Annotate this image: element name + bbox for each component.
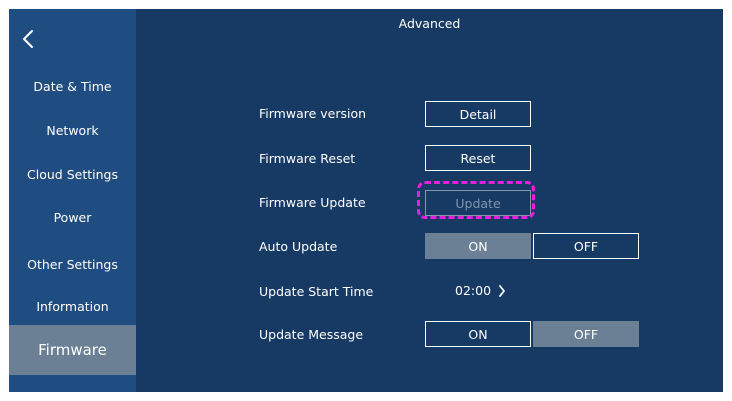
sidebar-item-other-settings[interactable]: Other Settings xyxy=(9,246,136,282)
sidebar-item-information[interactable]: Information xyxy=(9,288,136,324)
sidebar: Date & Time Network Cloud Settings Power… xyxy=(9,9,136,392)
chevron-right-icon xyxy=(499,284,505,297)
detail-button[interactable]: Detail xyxy=(425,101,531,127)
update-message-off-toggle[interactable]: OFF xyxy=(533,321,639,347)
sidebar-item-date-time[interactable]: Date & Time xyxy=(9,68,136,104)
sidebar-item-firmware[interactable]: Firmware xyxy=(9,325,136,375)
screen: Date & Time Network Cloud Settings Power… xyxy=(9,9,723,392)
sidebar-item-cloud-settings[interactable]: Cloud Settings xyxy=(9,156,136,192)
auto-update-label: Auto Update xyxy=(259,239,338,254)
update-message-on-toggle[interactable]: ON xyxy=(425,321,531,347)
update-message-label: Update Message xyxy=(259,327,364,342)
back-button[interactable] xyxy=(15,25,43,53)
update-start-time-selector[interactable]: 02:00 xyxy=(455,283,506,298)
firmware-reset-label: Firmware Reset xyxy=(259,151,356,166)
auto-update-on-toggle[interactable]: ON xyxy=(425,233,531,259)
update-start-time-label: Update Start Time xyxy=(259,284,374,299)
firmware-version-label: Firmware version xyxy=(259,106,367,121)
update-start-time-value: 02:00 xyxy=(455,283,492,298)
page-title: Advanced xyxy=(398,16,461,31)
sidebar-item-network[interactable]: Network xyxy=(9,112,136,148)
sidebar-item-power[interactable]: Power xyxy=(9,199,136,235)
chevron-left-icon xyxy=(23,30,33,48)
firmware-update-label: Firmware Update xyxy=(259,195,366,210)
update-button: Update xyxy=(425,190,531,216)
auto-update-off-toggle[interactable]: OFF xyxy=(533,233,639,259)
reset-button[interactable]: Reset xyxy=(425,145,531,171)
